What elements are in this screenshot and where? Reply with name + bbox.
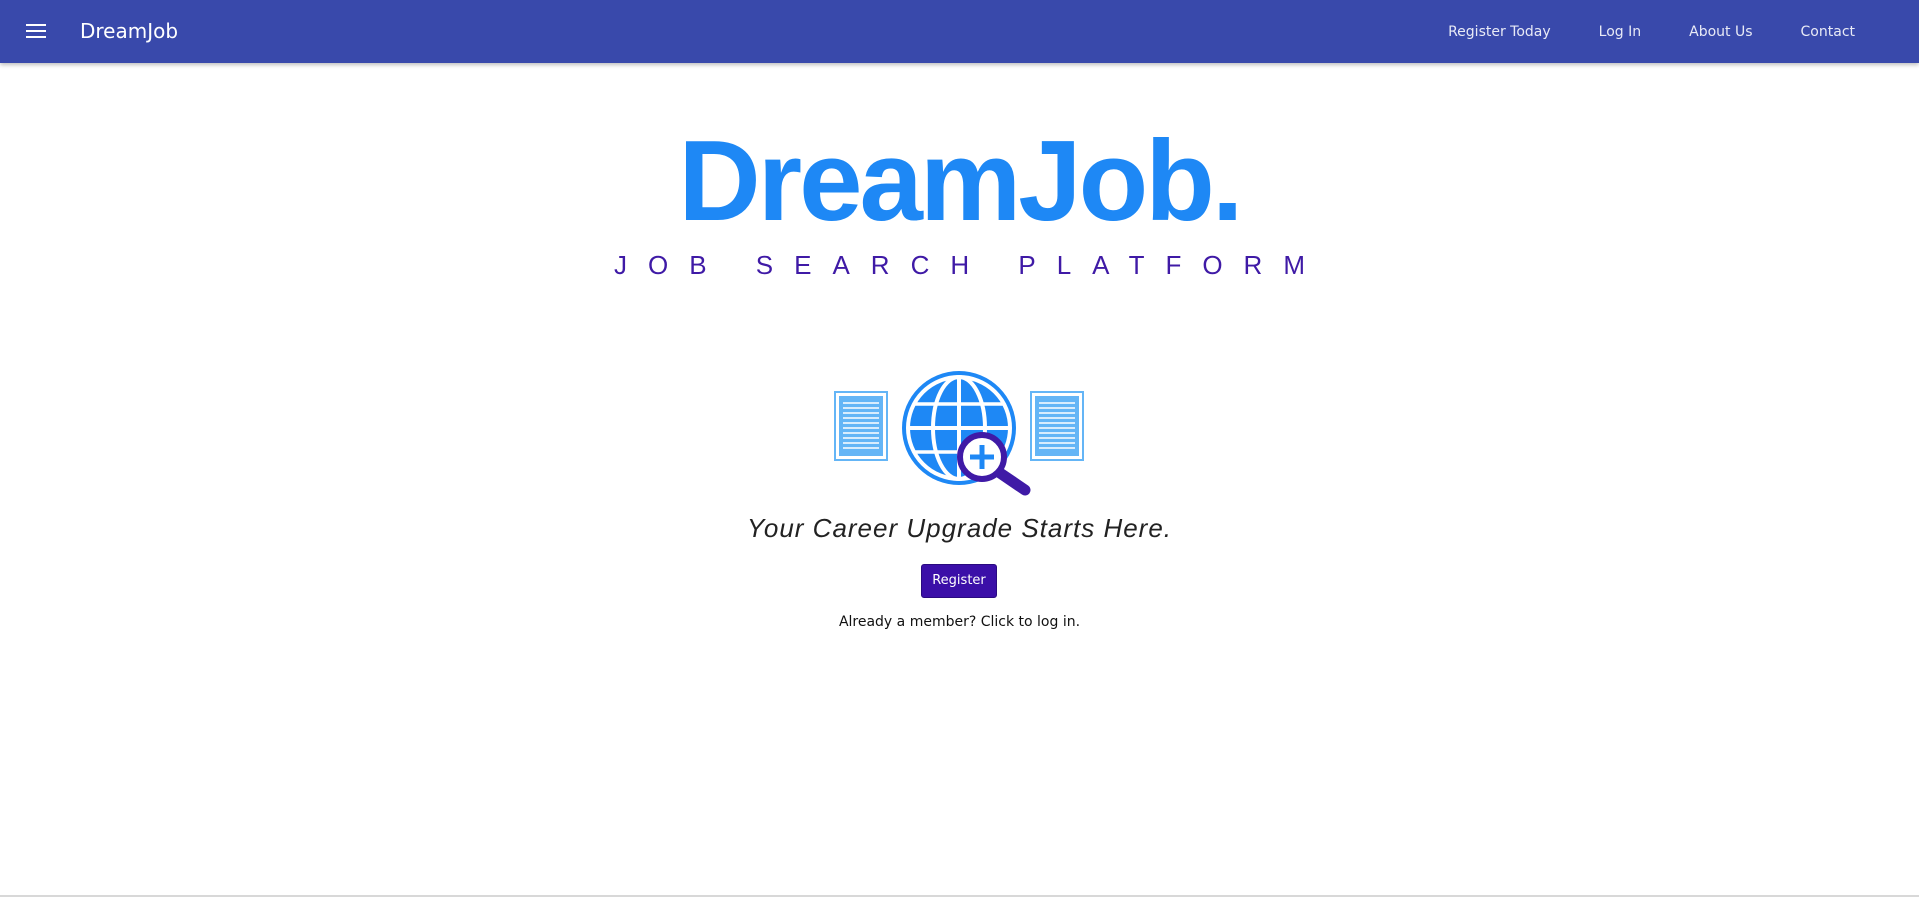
nav-contact[interactable]: Contact [1801, 24, 1855, 40]
login-hint: Already a member? Click to log in. [0, 614, 1919, 630]
logo-graphic [834, 371, 1084, 496]
logo-wordmark: DreamJob. [678, 118, 1243, 245]
menu-button[interactable] [20, 17, 52, 45]
slogan: Your Career Upgrade Starts Here. [746, 513, 1173, 543]
document-icon [834, 391, 888, 461]
nav-register-today[interactable]: Register Today [1448, 24, 1551, 40]
hamburger-menu-icon [26, 24, 46, 38]
brand-title[interactable]: DreamJob [80, 0, 178, 63]
document-icon [1030, 391, 1084, 461]
top-nav: Register Today Log In About Us Contact [1448, 0, 1919, 63]
login-link[interactable]: Already a member? Click to log in. [839, 614, 1080, 630]
nav-log-in[interactable]: Log In [1599, 24, 1641, 40]
logo-tagline: JOB SEARCH PLATFORM [613, 250, 1326, 280]
nav-about-us[interactable]: About Us [1689, 24, 1752, 40]
register-button[interactable]: Register [921, 564, 997, 598]
app-bar: DreamJob Register Today Log In About Us … [0, 0, 1919, 63]
